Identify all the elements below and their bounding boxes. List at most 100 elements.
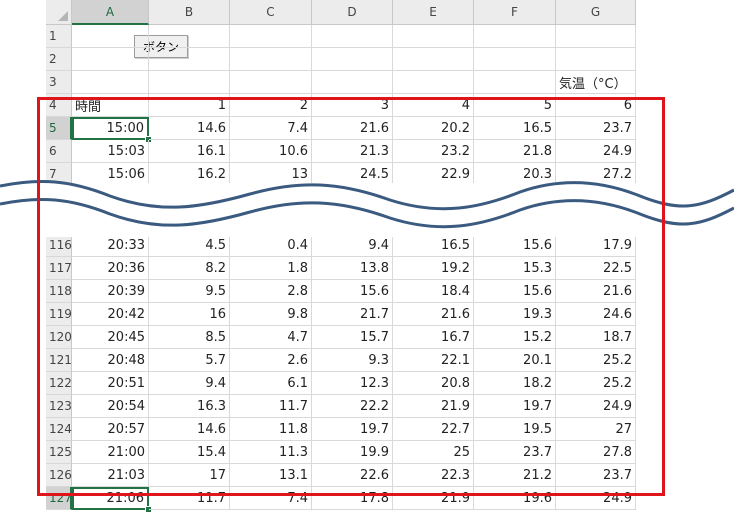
cell-a1[interactable] (72, 25, 149, 48)
cell-f125[interactable]: 23.7 (474, 441, 556, 464)
cell-g125[interactable]: 27.8 (556, 441, 636, 464)
cell-a5[interactable]: 15:00 (72, 117, 149, 140)
cell-c121[interactable]: 2.6 (230, 349, 312, 372)
row-header-3[interactable]: 3 (46, 71, 72, 94)
cell-d121[interactable]: 9.3 (312, 349, 393, 372)
cell-d125[interactable]: 19.9 (312, 441, 393, 464)
cell-f4[interactable]: 5 (474, 94, 556, 117)
cell-c125[interactable]: 11.3 (230, 441, 312, 464)
cell-e122[interactable]: 20.8 (393, 372, 474, 395)
row-header-1[interactable]: 1 (46, 25, 72, 48)
cell-c124[interactable]: 11.8 (230, 418, 312, 441)
column-header-d[interactable]: D (312, 0, 393, 25)
cell-e1[interactable] (393, 25, 474, 48)
cell-f119[interactable]: 19.3 (474, 303, 556, 326)
cell-f117[interactable]: 15.3 (474, 257, 556, 280)
cell-b126[interactable]: 17 (149, 464, 230, 487)
cell-c6[interactable]: 10.6 (230, 140, 312, 163)
cell-a123[interactable]: 20:54 (72, 395, 149, 418)
spreadsheet-grid[interactable]: ボタン A B C D E F G 1 2 3 気温（°C） 4 時間 1 2 3 4 5 6 5 15:00 14.6 7… (0, 0, 734, 513)
row-header-120[interactable]: 120 (46, 326, 72, 349)
cell-f2[interactable] (474, 48, 556, 71)
cell-b123[interactable]: 16.3 (149, 395, 230, 418)
cell-d122[interactable]: 12.3 (312, 372, 393, 395)
cell-b6[interactable]: 16.1 (149, 140, 230, 163)
cell-e118[interactable]: 18.4 (393, 280, 474, 303)
cell-f121[interactable]: 20.1 (474, 349, 556, 372)
cell-f5[interactable]: 16.5 (474, 117, 556, 140)
cell-e117[interactable]: 19.2 (393, 257, 474, 280)
cell-c119[interactable]: 9.8 (230, 303, 312, 326)
row-header-121[interactable]: 121 (46, 349, 72, 372)
cell-c120[interactable]: 4.7 (230, 326, 312, 349)
cell-f3[interactable] (474, 71, 556, 94)
cell-d123[interactable]: 22.2 (312, 395, 393, 418)
cell-a126[interactable]: 21:03 (72, 464, 149, 487)
cell-c122[interactable]: 6.1 (230, 372, 312, 395)
cell-c2[interactable] (230, 48, 312, 71)
cell-g126[interactable]: 23.7 (556, 464, 636, 487)
cell-b5[interactable]: 14.6 (149, 117, 230, 140)
cell-a122[interactable]: 20:51 (72, 372, 149, 395)
cell-e4[interactable]: 4 (393, 94, 474, 117)
cell-b124[interactable]: 14.6 (149, 418, 230, 441)
cell-a120[interactable]: 20:45 (72, 326, 149, 349)
cell-c4[interactable]: 2 (230, 94, 312, 117)
select-all-corner[interactable] (46, 0, 72, 25)
cell-e126[interactable]: 22.3 (393, 464, 474, 487)
cell-c117[interactable]: 1.8 (230, 257, 312, 280)
row-header-122[interactable]: 122 (46, 372, 72, 395)
cell-a117[interactable]: 20:36 (72, 257, 149, 280)
cell-b125[interactable]: 15.4 (149, 441, 230, 464)
column-header-c[interactable]: C (230, 0, 312, 25)
cell-a125[interactable]: 21:00 (72, 441, 149, 464)
cell-a127[interactable]: 21:06 (72, 487, 149, 510)
column-header-b[interactable]: B (149, 0, 230, 25)
cell-b119[interactable]: 16 (149, 303, 230, 326)
cell-d2[interactable] (312, 48, 393, 71)
cell-g118[interactable]: 21.6 (556, 280, 636, 303)
cell-e120[interactable]: 16.7 (393, 326, 474, 349)
cell-d120[interactable]: 15.7 (312, 326, 393, 349)
cell-g3[interactable]: 気温（°C） (556, 71, 636, 94)
row-header-123[interactable]: 123 (46, 395, 72, 418)
column-header-e[interactable]: E (393, 0, 474, 25)
cell-b122[interactable]: 9.4 (149, 372, 230, 395)
cell-b120[interactable]: 8.5 (149, 326, 230, 349)
cell-d127[interactable]: 17.8 (312, 487, 393, 510)
cell-d117[interactable]: 13.8 (312, 257, 393, 280)
cell-c123[interactable]: 11.7 (230, 395, 312, 418)
cell-b121[interactable]: 5.7 (149, 349, 230, 372)
cell-g119[interactable]: 24.6 (556, 303, 636, 326)
cell-f127[interactable]: 19.6 (474, 487, 556, 510)
cell-d4[interactable]: 3 (312, 94, 393, 117)
cell-f124[interactable]: 19.5 (474, 418, 556, 441)
cell-d3[interactable] (312, 71, 393, 94)
cell-a6[interactable]: 15:03 (72, 140, 149, 163)
cell-g124[interactable]: 27 (556, 418, 636, 441)
cell-c126[interactable]: 13.1 (230, 464, 312, 487)
row-header-2[interactable]: 2 (46, 48, 72, 71)
row-header-5[interactable]: 5 (46, 117, 72, 140)
cell-f126[interactable]: 21.2 (474, 464, 556, 487)
cell-c1[interactable] (230, 25, 312, 48)
cell-e121[interactable]: 22.1 (393, 349, 474, 372)
cell-g122[interactable]: 25.2 (556, 372, 636, 395)
cell-c3[interactable] (230, 71, 312, 94)
cell-d1[interactable] (312, 25, 393, 48)
cell-b3[interactable] (149, 71, 230, 94)
row-header-125[interactable]: 125 (46, 441, 72, 464)
cell-f123[interactable]: 19.7 (474, 395, 556, 418)
cell-d124[interactable]: 19.7 (312, 418, 393, 441)
column-header-g[interactable]: G (556, 0, 636, 25)
row-header-4[interactable]: 4 (46, 94, 72, 117)
cell-c118[interactable]: 2.8 (230, 280, 312, 303)
cell-g2[interactable] (556, 48, 636, 71)
cell-g6[interactable]: 24.9 (556, 140, 636, 163)
cell-g123[interactable]: 24.9 (556, 395, 636, 418)
cell-e127[interactable]: 21.9 (393, 487, 474, 510)
cell-g4[interactable]: 6 (556, 94, 636, 117)
cell-b1[interactable] (149, 25, 230, 48)
cell-a4[interactable]: 時間 (72, 94, 149, 117)
cell-e6[interactable]: 23.2 (393, 140, 474, 163)
